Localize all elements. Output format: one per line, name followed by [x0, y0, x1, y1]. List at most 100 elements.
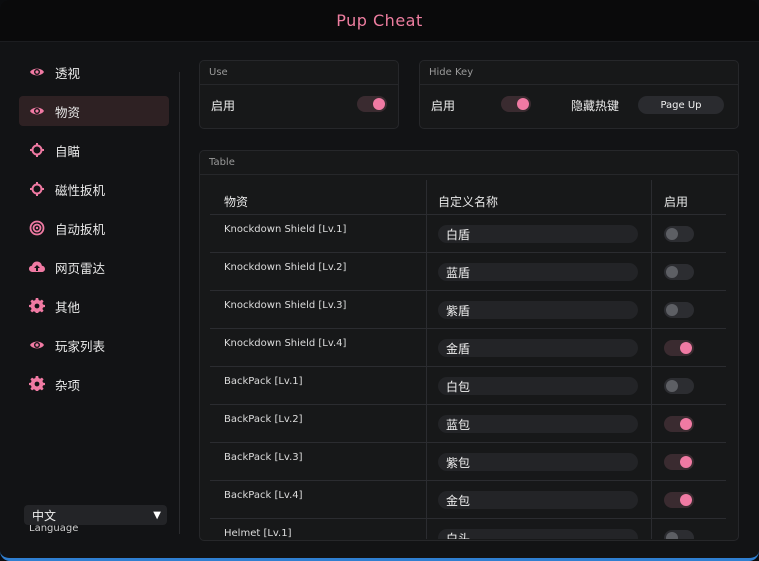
item-enable-toggle[interactable] — [664, 378, 694, 394]
item-name: BackPack [Lv.4] — [224, 490, 303, 501]
sidebar-item-label: 网页雷达 — [55, 260, 106, 276]
cloud-upload-icon — [28, 258, 46, 276]
sidebar-item-auto-trigger[interactable]: 自动扳机 — [19, 213, 169, 243]
table-header: 物资 自定义名称 启用 — [210, 180, 726, 214]
sidebar-item-misc[interactable]: 杂项 — [19, 369, 169, 399]
item-enable-toggle[interactable] — [664, 302, 694, 318]
sidebar-item-esp[interactable]: 透视 — [19, 57, 169, 87]
table-row: BackPack [Lv.2] 蓝包 — [210, 404, 726, 442]
table-panel-title: Table — [209, 157, 235, 168]
table-row: BackPack [Lv.4] 金包 — [210, 480, 726, 518]
toggle-knob — [517, 98, 529, 110]
item-enable-toggle[interactable] — [664, 340, 694, 356]
language-value: 中文 — [32, 508, 57, 523]
item-name: Knockdown Shield [Lv.3] — [224, 300, 347, 311]
sidebar-item-web-radar[interactable]: 网页雷达 — [19, 252, 169, 282]
hidekey-enable-toggle[interactable] — [501, 96, 531, 112]
toggle-knob — [373, 98, 385, 110]
custom-name-input[interactable]: 白头 — [438, 529, 638, 539]
sidebar-divider — [179, 72, 180, 534]
gear-icon — [28, 297, 46, 315]
column-header-item: 物资 — [224, 195, 249, 209]
toggle-knob — [680, 418, 692, 430]
use-panel: Use 启用 — [199, 60, 399, 129]
sidebar-item-label: 其他 — [55, 299, 81, 315]
table-row: BackPack [Lv.3] 紫包 — [210, 442, 726, 480]
custom-name-input[interactable]: 白盾 — [438, 225, 638, 243]
eye-icon — [28, 102, 46, 120]
sidebar-item-label: 物资 — [55, 104, 81, 120]
panel-header-divider — [200, 84, 398, 85]
items-table: 物资 自定义名称 启用 Knockdown Shield [Lv.1] 白盾 Kno… — [210, 180, 726, 539]
item-name: Knockdown Shield [Lv.4] — [224, 338, 347, 349]
custom-name-input[interactable]: 蓝盾 — [438, 263, 638, 281]
item-name: Helmet [Lv.1] — [224, 528, 292, 539]
table-row: Knockdown Shield [Lv.3] 紫盾 — [210, 290, 726, 328]
use-enable-label: 启用 — [211, 99, 236, 113]
use-panel-title: Use — [209, 67, 228, 78]
column-header-enabled: 启用 — [664, 195, 689, 209]
hidekey-panel: Hide Key 启用 隐藏热键 Page Up — [419, 60, 739, 129]
sidebar: Language 透视 物资 自瞄 磁性扳机 自动扳机 网页雷达 其他 玩家列表 杂项 — [0, 42, 182, 558]
hotkey-button[interactable]: Page Up — [638, 96, 724, 114]
item-name: BackPack [Lv.1] — [224, 376, 303, 387]
sidebar-item-label: 透视 — [55, 65, 81, 81]
caret-down-icon: ▼ — [153, 509, 161, 521]
sidebar-item-other[interactable]: 其他 — [19, 291, 169, 321]
toggle-knob — [666, 266, 678, 278]
table-row: Helmet [Lv.1] 白头 — [210, 518, 726, 539]
sidebar-item-label: 自动扳机 — [55, 221, 106, 237]
sidebar-item-label: 玩家列表 — [55, 338, 106, 354]
item-enable-toggle[interactable] — [664, 226, 694, 242]
sidebar-item-label: 自瞄 — [55, 143, 81, 159]
table-row: Knockdown Shield [Lv.1] 白盾 — [210, 214, 726, 252]
sidebar-item-supplies[interactable]: 物资 — [19, 96, 169, 126]
title-bar: Pup Cheat — [0, 0, 759, 42]
table-row: BackPack [Lv.1] 白包 — [210, 366, 726, 404]
toggle-knob — [666, 532, 678, 539]
toggle-knob — [680, 342, 692, 354]
toggle-knob — [666, 304, 678, 316]
sidebar-item-label: 杂项 — [55, 377, 81, 393]
hidekey-panel-title: Hide Key — [429, 67, 474, 78]
item-enable-toggle[interactable] — [664, 264, 694, 280]
item-name: BackPack [Lv.2] — [224, 414, 303, 425]
item-name: BackPack [Lv.3] — [224, 452, 303, 463]
custom-name-input[interactable]: 紫盾 — [438, 301, 638, 319]
sidebar-item-player-list[interactable]: 玩家列表 — [19, 330, 169, 360]
toggle-knob — [666, 228, 678, 240]
app-window: Pup Cheat Language 透视 物资 自瞄 磁性扳机 自动扳机 网页雷达 其他玩… — [0, 0, 759, 561]
panel-header-divider — [420, 84, 738, 85]
sidebar-item-magnetic-trigger[interactable]: 磁性扳机 — [19, 174, 169, 204]
custom-name-input[interactable]: 金盾 — [438, 339, 638, 357]
eye-icon — [28, 63, 46, 81]
language-select[interactable]: 中文 ▼ — [24, 505, 167, 525]
custom-name-input[interactable]: 白包 — [438, 377, 638, 395]
crosshair-icon — [28, 141, 46, 159]
toggle-knob — [666, 380, 678, 392]
eye-icon — [28, 336, 46, 354]
toggle-knob — [680, 456, 692, 468]
item-enable-toggle[interactable] — [664, 454, 694, 470]
item-enable-toggle[interactable] — [664, 492, 694, 508]
item-enable-toggle[interactable] — [664, 530, 694, 539]
table-row: Knockdown Shield [Lv.4] 金盾 — [210, 328, 726, 366]
custom-name-input[interactable]: 紫包 — [438, 453, 638, 471]
custom-name-input[interactable]: 蓝包 — [438, 415, 638, 433]
table-row: Knockdown Shield [Lv.2] 蓝盾 — [210, 252, 726, 290]
custom-name-input[interactable]: 金包 — [438, 491, 638, 509]
app-title: Pup Cheat — [336, 11, 423, 30]
item-name: Knockdown Shield [Lv.2] — [224, 262, 347, 273]
use-enable-toggle[interactable] — [357, 96, 387, 112]
item-name: Knockdown Shield [Lv.1] — [224, 224, 347, 235]
sidebar-item-label: 磁性扳机 — [55, 182, 106, 198]
column-header-custom-name: 自定义名称 — [438, 195, 499, 209]
panel-header-divider — [200, 174, 738, 175]
sidebar-item-aimbot[interactable]: 自瞄 — [19, 135, 169, 165]
crosshair-icon — [28, 180, 46, 198]
hotkey-label: 隐藏热键 — [571, 99, 620, 113]
item-enable-toggle[interactable] — [664, 416, 694, 432]
gear-icon — [28, 375, 46, 393]
toggle-knob — [680, 494, 692, 506]
target-icon — [28, 219, 46, 237]
